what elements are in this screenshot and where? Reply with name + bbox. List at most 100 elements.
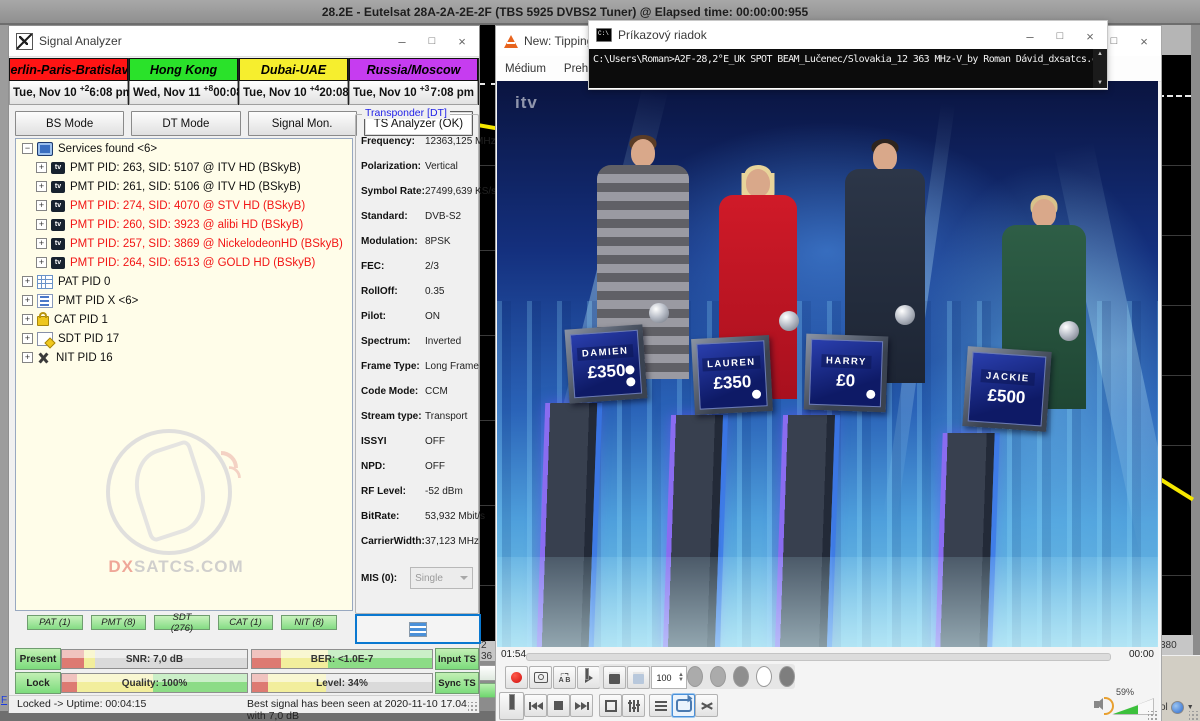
- ber-label: BER: <1.0E-7: [252, 650, 432, 668]
- buzzer-ball: [895, 305, 915, 325]
- previous-button[interactable]: [524, 694, 547, 717]
- resize-grip[interactable]: [468, 702, 478, 712]
- transponder-row-label: FEC:: [361, 261, 425, 272]
- transponder-row-value: 27499,639 KS/s: [425, 186, 496, 197]
- minimize-button[interactable]: –: [1015, 21, 1045, 51]
- mode-tab[interactable]: Signal Mon.: [248, 111, 357, 136]
- tree-item-label: PMT PID X <6>: [58, 295, 138, 307]
- services-tree[interactable]: − Services found <6> + PMT PID: 263, SID…: [15, 138, 353, 611]
- stop-button[interactable]: [547, 694, 570, 717]
- oval-toggle-button[interactable]: [733, 666, 749, 687]
- loop-button[interactable]: [672, 694, 695, 717]
- pid-button[interactable]: SDT (276): [154, 615, 210, 630]
- signal-analyzer-titlebar[interactable]: Signal Analyzer – □ ×: [9, 26, 479, 57]
- status-row-2: Lock Quality: 100% Level: 34% Sync TS: [9, 672, 479, 692]
- oval-toggle-button[interactable]: [687, 666, 703, 687]
- pid-button[interactable]: PMT (8): [91, 615, 147, 630]
- transponder-row: Polarization: Vertical: [356, 154, 478, 179]
- resize-grip[interactable]: [1189, 711, 1199, 721]
- mis-select[interactable]: Single: [410, 567, 473, 589]
- tree-item[interactable]: − Services found <6>: [16, 139, 352, 158]
- tree-item[interactable]: + PMT PID: 257, SID: 3869 @ NickelodeonH…: [30, 234, 352, 253]
- sync-ts-indicator[interactable]: Sync TS: [435, 672, 479, 694]
- transponder-row: CarrierWidth: 37,123 MHz: [356, 529, 478, 554]
- tree-expander-icon[interactable]: +: [22, 352, 33, 363]
- spectrum-freq-label-right: 380: [1158, 635, 1193, 655]
- next-button[interactable]: [570, 694, 593, 717]
- scroll-up-icon[interactable]: ▲: [1097, 49, 1103, 59]
- mode-tab[interactable]: DT Mode: [131, 111, 240, 136]
- tree-item-icon: [51, 181, 65, 193]
- itv-logo: itv: [515, 93, 538, 113]
- tree-expander-icon[interactable]: +: [36, 200, 47, 211]
- cmd-console[interactable]: C:\Users\Roman>A2F-28,2°E_UK SPOT BEAM_L…: [589, 49, 1093, 88]
- tree-item[interactable]: + PMT PID: 263, SID: 5107 @ ITV HD (BSky…: [30, 158, 352, 177]
- input-ts-indicator[interactable]: Input TS: [435, 648, 479, 670]
- tree-item[interactable]: + SDT PID 17: [16, 329, 352, 348]
- equalizer-button[interactable]: [622, 694, 645, 717]
- scroll-down-icon[interactable]: ▼: [1097, 78, 1103, 88]
- resize-grip[interactable]: [1148, 711, 1158, 721]
- vlc-cone-icon: [504, 35, 518, 48]
- close-button[interactable]: ×: [447, 26, 477, 56]
- speed-spinner[interactable]: 100 ▲▼: [651, 666, 687, 689]
- lock-indicator[interactable]: Lock: [15, 672, 61, 694]
- video-area[interactable]: itv DAMIEN £350: [497, 81, 1158, 647]
- clock-date: Tue, Nov 10: [243, 87, 307, 99]
- tree-item[interactable]: + CAT PID 1: [16, 310, 352, 329]
- ab-loop-button[interactable]: ⌐¬A B: [553, 666, 576, 689]
- close-button[interactable]: ×: [1129, 26, 1159, 56]
- tree-item[interactable]: + PAT PID 0: [16, 272, 352, 291]
- clock-city-label: Dubai-UAE: [239, 58, 348, 81]
- seek-slider[interactable]: [526, 653, 1111, 661]
- close-button[interactable]: ×: [1075, 21, 1105, 51]
- volume-control[interactable]: 59%: [1094, 691, 1156, 719]
- cmd-scrollbar[interactable]: ▲ ▼: [1093, 49, 1107, 88]
- oval-toggle-button[interactable]: [710, 666, 726, 687]
- vlc-menu-item[interactable]: Médium: [496, 63, 555, 75]
- mode-tab[interactable]: BS Mode: [15, 111, 124, 136]
- tree-expander-icon[interactable]: +: [22, 314, 33, 325]
- oval-toggle-button[interactable]: [756, 666, 772, 687]
- tree-item[interactable]: + PMT PID X <6>: [16, 291, 352, 310]
- tree-expander-icon[interactable]: +: [36, 257, 47, 268]
- maximize-button[interactable]: □: [417, 26, 447, 56]
- maximize-button[interactable]: □: [1045, 21, 1075, 51]
- tree-item[interactable]: + PMT PID: 264, SID: 6513 @ GOLD HD (BSk…: [30, 253, 352, 272]
- tree-expander-icon[interactable]: +: [22, 276, 33, 287]
- pid-button[interactable]: PAT (1): [27, 615, 83, 630]
- transponder-row-label: Symbol Rate:: [361, 186, 425, 197]
- spinner-arrows[interactable]: ▲▼: [676, 673, 686, 683]
- shuffle-button[interactable]: [695, 694, 718, 717]
- tree-expander-icon[interactable]: +: [36, 162, 47, 173]
- pause-button[interactable]: [499, 692, 524, 720]
- tree-expander-icon[interactable]: +: [36, 219, 47, 230]
- pid-button[interactable]: NIT (8): [281, 615, 337, 630]
- snapshot-button[interactable]: [529, 666, 552, 689]
- transponder-row-value: DVB-S2: [425, 211, 461, 222]
- tree-item[interactable]: + PMT PID: 274, SID: 4070 @ STV HD (BSky…: [30, 196, 352, 215]
- tree-expander-icon[interactable]: +: [22, 333, 33, 344]
- ts-list-button[interactable]: [355, 614, 481, 644]
- cmd-titlebar[interactable]: Príkazový riadok – □ ×: [589, 21, 1107, 49]
- oval-toggle-button[interactable]: [779, 666, 795, 687]
- tree-expander-icon[interactable]: +: [36, 181, 47, 192]
- tree-item[interactable]: + NIT PID 16: [16, 348, 352, 367]
- pid-button[interactable]: CAT (1): [218, 615, 274, 630]
- present-indicator[interactable]: Present: [15, 648, 61, 670]
- desktop-right-top: [1158, 25, 1191, 55]
- record-button[interactable]: [505, 666, 528, 689]
- minimize-button[interactable]: –: [387, 26, 417, 56]
- tree-expander-icon[interactable]: +: [22, 295, 33, 306]
- tree-item[interactable]: + PMT PID: 261, SID: 5106 @ ITV HD (BSky…: [30, 177, 352, 196]
- fullscreen-button[interactable]: [599, 694, 622, 717]
- tree-item-label: PAT PID 0: [58, 276, 110, 288]
- tree-expander-icon[interactable]: −: [22, 143, 33, 154]
- frame-by-frame-button[interactable]: [577, 666, 600, 689]
- transponder-row: Spectrum: Inverted: [356, 329, 478, 354]
- tree-expander-icon[interactable]: +: [36, 238, 47, 249]
- clock-time-row: Tue, Nov 10 +2 6:08 pm: [9, 81, 128, 105]
- tree-item[interactable]: + PMT PID: 260, SID: 3923 @ alibi HD (BS…: [30, 215, 352, 234]
- show-playlist-button[interactable]: [649, 694, 672, 717]
- playlist-toggle-button[interactable]: [603, 666, 626, 689]
